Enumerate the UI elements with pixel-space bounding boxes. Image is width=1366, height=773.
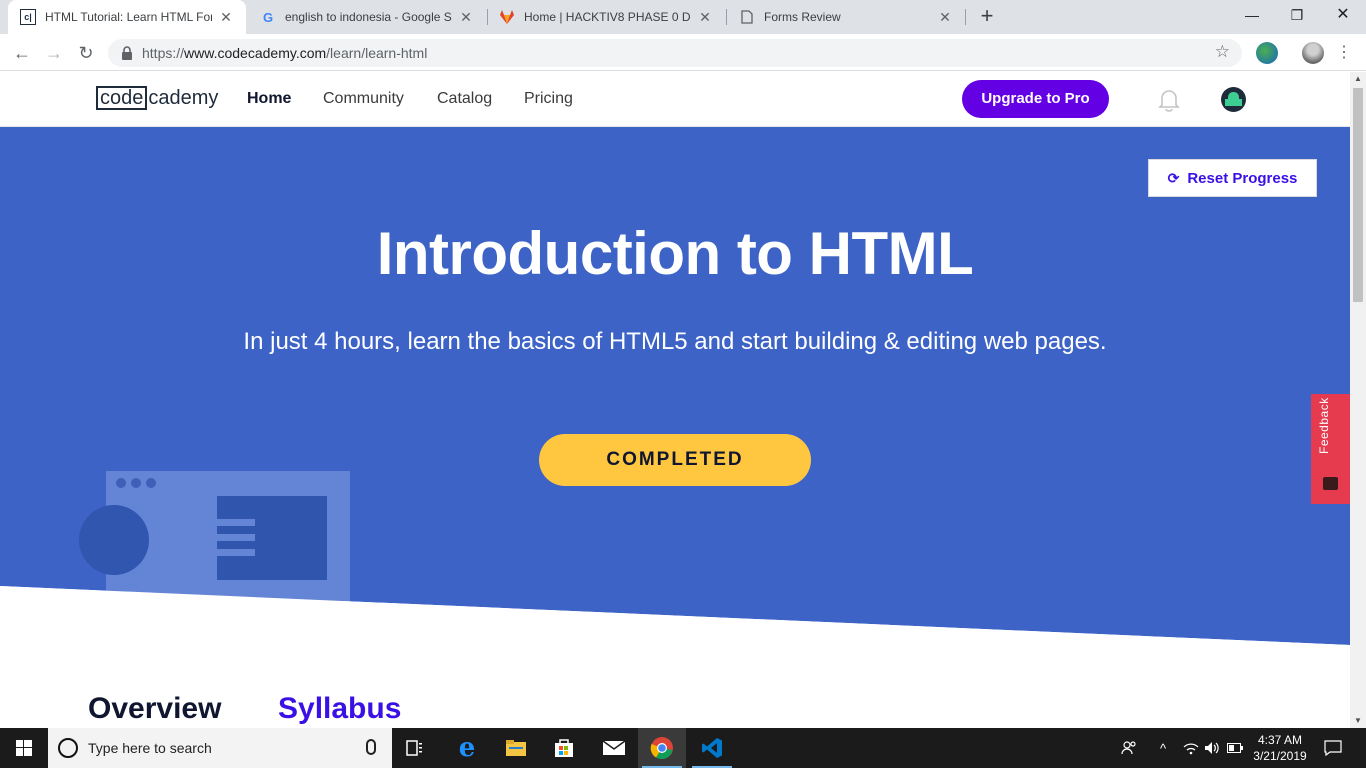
lock-icon (122, 46, 132, 60)
taskbar-search-box[interactable]: Type here to search (48, 728, 392, 768)
feedback-chat-icon (1323, 477, 1338, 490)
restore-icon[interactable]: ❐ (1274, 0, 1320, 30)
feedback-tab[interactable]: Feedback (1311, 394, 1350, 504)
close-icon[interactable]: ✕ (937, 9, 953, 26)
site-header: code cademy Home Community Catalog Pricin… (0, 72, 1350, 127)
wifi-icon[interactable] (1180, 728, 1202, 768)
address-bar[interactable]: https://www.codecademy.com/learn/learn-h… (108, 39, 1242, 67)
completed-button[interactable]: COMPLETED (539, 434, 811, 486)
tab-title: Home | HACKTIV8 PHASE 0 DEN (524, 10, 691, 24)
scrollbar-thumb[interactable] (1353, 88, 1363, 302)
chrome-icon[interactable] (638, 728, 686, 768)
windows-logo-icon (16, 740, 32, 756)
volume-icon[interactable] (1202, 728, 1222, 768)
nav-community[interactable]: Community (323, 90, 404, 108)
refresh-icon: ⟳ (1167, 169, 1180, 186)
course-hero: ⟳ Reset Progress Introduction to HTML In… (0, 127, 1350, 647)
tab-syllabus[interactable]: Syllabus (278, 692, 401, 726)
nav-pricing[interactable]: Pricing (524, 90, 573, 108)
task-view-icon[interactable] (392, 728, 440, 768)
browser-tab-strip: c| HTML Tutorial: Learn HTML For F ✕ G e… (0, 0, 1366, 34)
profile-avatar-icon[interactable] (1302, 42, 1324, 64)
tab-google[interactable]: G english to indonesia - Google Se ✕ (248, 0, 486, 34)
edge-browser-icon[interactable]: e (443, 728, 491, 768)
system-clock[interactable]: 4:37 AM 3/21/2019 (1248, 732, 1312, 764)
web-page: code cademy Home Community Catalog Pricin… (0, 72, 1350, 728)
google-favicon-icon: G (262, 9, 274, 25)
reload-icon[interactable]: ↻ (73, 40, 99, 66)
windows-start-button[interactable] (0, 728, 48, 768)
tab-title: english to indonesia - Google Se (285, 10, 452, 24)
nav-home[interactable]: Home (247, 90, 291, 108)
scroll-up-icon[interactable]: ▲ (1350, 72, 1366, 86)
page-scrollbar[interactable]: ▲ ▼ (1350, 72, 1366, 728)
user-avatar[interactable] (1221, 87, 1246, 112)
file-explorer-icon[interactable] (492, 728, 540, 768)
cortana-circle-icon (58, 738, 78, 758)
tab-forms-review[interactable]: Forms Review ✕ (727, 0, 965, 34)
tab-title: HTML Tutorial: Learn HTML For F (45, 10, 212, 24)
store-icon[interactable] (540, 728, 588, 768)
scroll-down-icon[interactable]: ▼ (1350, 714, 1366, 728)
gitlab-favicon-icon (499, 9, 515, 25)
course-title: Introduction to HTML (376, 220, 974, 287)
course-subtitle: In just 4 hours, learn the basics of HTM… (243, 328, 1107, 355)
action-center-icon[interactable] (1320, 728, 1346, 768)
tray-chevron-up-icon[interactable]: ^ (1152, 728, 1174, 768)
codecademy-logo[interactable]: code cademy (96, 85, 218, 111)
tab-title: Forms Review (764, 10, 841, 24)
bookmark-star-icon[interactable]: ☆ (1215, 42, 1230, 62)
nav-catalog[interactable]: Catalog (437, 90, 492, 108)
microphone-icon[interactable] (366, 739, 376, 755)
tab-hacktiv8[interactable]: Home | HACKTIV8 PHASE 0 DEN ✕ (487, 0, 725, 34)
close-icon[interactable]: ✕ (458, 9, 474, 26)
tab-divider (965, 9, 966, 25)
codecademy-favicon-icon: c| (20, 9, 36, 25)
browser-toolbar: ← → ↻ https://www.codecademy.com/learn/l… (0, 34, 1366, 71)
tab-overview[interactable]: Overview (88, 692, 221, 726)
upgrade-to-pro-button[interactable]: Upgrade to Pro (962, 80, 1109, 118)
new-tab-plus-icon[interactable]: + (975, 4, 999, 28)
windows-taskbar: Type here to search e ^ 4:37 AM 3/21/201… (0, 728, 1366, 768)
url-text: https://www.codecademy.com/learn/learn-h… (142, 45, 428, 61)
notification-bell-icon[interactable] (1158, 88, 1180, 112)
battery-icon[interactable] (1224, 728, 1246, 768)
vscode-icon[interactable] (688, 728, 736, 768)
hero-background (0, 127, 1350, 647)
page-favicon-icon (739, 9, 755, 25)
forward-arrow-icon[interactable]: → (41, 40, 67, 66)
menu-kebab-icon[interactable]: ⋮ (1334, 40, 1354, 66)
close-icon[interactable]: ✕ (697, 9, 713, 26)
back-arrow-icon[interactable]: ← (9, 40, 35, 66)
window-close-icon[interactable]: ✕ (1320, 0, 1366, 30)
mail-icon[interactable] (590, 728, 638, 768)
reset-progress-button[interactable]: ⟳ Reset Progress (1148, 159, 1317, 197)
minimize-icon[interactable]: — (1229, 0, 1275, 30)
people-icon[interactable] (1116, 728, 1142, 768)
close-icon[interactable]: ✕ (218, 9, 234, 26)
extension-globe-icon[interactable] (1256, 42, 1278, 64)
tab-codecademy[interactable]: c| HTML Tutorial: Learn HTML For F ✕ (8, 0, 246, 34)
